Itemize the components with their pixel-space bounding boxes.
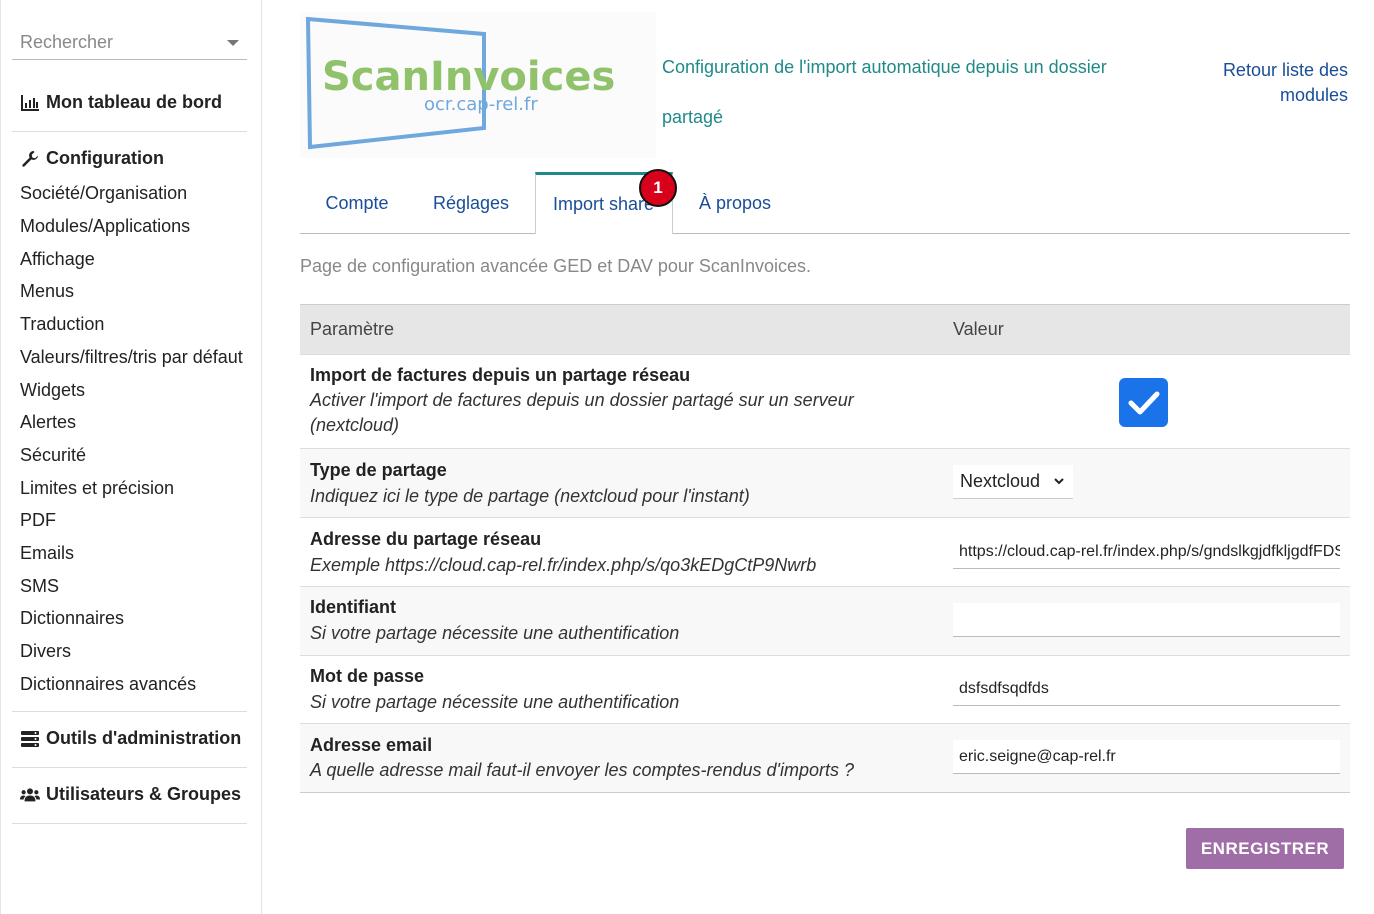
table-row: Type de partage Indiquez ici le type de … bbox=[300, 448, 1350, 517]
sidebar-item-modules[interactable]: Modules/Applications bbox=[20, 216, 190, 237]
notification-badge: 1 bbox=[639, 169, 677, 207]
setting-label: Identifiant bbox=[310, 597, 396, 617]
search-placeholder: Rechercher bbox=[20, 32, 114, 52]
sidebar-item-affichage[interactable]: Affichage bbox=[20, 249, 95, 270]
table-row: Identifiant Si votre partage nécessite u… bbox=[300, 586, 1350, 655]
sidebar-item-securite[interactable]: Sécurité bbox=[20, 445, 86, 466]
sidebar-admin-tools-label: Outils d'administration bbox=[46, 728, 242, 748]
setting-label: Type de partage bbox=[310, 460, 447, 480]
tab-a-propos[interactable]: À propos bbox=[680, 172, 790, 234]
table-row: Import de factures depuis un partage rés… bbox=[300, 354, 1350, 448]
back-to-modules-link[interactable]: Retour liste des modules bbox=[1208, 58, 1348, 108]
setting-help: Exemple https://cloud.cap-rel.fr/index.p… bbox=[310, 555, 817, 575]
sidebar-dashboard-label: Mon tableau de bord bbox=[46, 92, 223, 112]
sidebar-users-groups-label: Utilisateurs & Groupes bbox=[46, 784, 242, 804]
sidebar-item-limites[interactable]: Limites et précision bbox=[20, 478, 174, 499]
setting-label: Import de factures depuis un partage rés… bbox=[310, 365, 691, 385]
sidebar-item-configuration[interactable]: Configuration bbox=[20, 148, 164, 169]
share-url-input[interactable]: https://cloud.cap-rel.fr/index.php/s/gnd… bbox=[953, 535, 1340, 569]
users-icon bbox=[20, 785, 40, 805]
import-enabled-checkbox[interactable] bbox=[1119, 378, 1168, 427]
checkmark-icon bbox=[1128, 391, 1159, 414]
table-row: Adresse email A quelle adresse mail faut… bbox=[300, 723, 1350, 792]
sidebar-item-traduction[interactable]: Traduction bbox=[20, 314, 104, 335]
email-input[interactable]: eric.seigne@cap-rel.fr bbox=[953, 740, 1340, 774]
table-row: Mot de passe Si votre partage nécessite … bbox=[300, 655, 1350, 723]
column-header-param: Paramètre bbox=[310, 319, 395, 339]
chevron-down-icon bbox=[1054, 478, 1064, 485]
tab-reglages[interactable]: Réglages bbox=[414, 172, 528, 234]
sidebar-item-dictionnaires[interactable]: Dictionnaires bbox=[20, 608, 124, 629]
sidebar-item-alertes[interactable]: Alertes bbox=[20, 412, 76, 433]
password-input[interactable]: dsfsdfsqdfds bbox=[953, 672, 1340, 706]
server-icon bbox=[20, 729, 40, 749]
tab-compte[interactable]: Compte bbox=[300, 172, 414, 234]
sidebar-item-dashboard[interactable]: Mon tableau de bord bbox=[20, 92, 222, 113]
setting-help: Si votre partage nécessite une authentif… bbox=[310, 623, 680, 643]
share-type-value: Nextcloud bbox=[960, 471, 1041, 491]
sidebar-item-pdf[interactable]: PDF bbox=[20, 510, 56, 531]
sidebar-item-societe[interactable]: Société/Organisation bbox=[20, 183, 187, 204]
tab-bar: Compte Réglages Import share À propos bbox=[300, 172, 1350, 234]
sidebar-divider bbox=[12, 131, 247, 132]
sidebar-item-sms[interactable]: SMS bbox=[20, 576, 59, 597]
username-input[interactable] bbox=[953, 603, 1340, 637]
sidebar-item-dictionnaires-avances[interactable]: Dictionnaires avancés bbox=[20, 674, 196, 695]
sidebar-item-users-groups[interactable]: Utilisateurs & Groupes bbox=[20, 784, 241, 805]
sidebar-divider bbox=[12, 711, 247, 712]
page-description: Page de configuration avancée GED et DAV… bbox=[300, 256, 811, 276]
setting-label: Adresse du partage réseau bbox=[310, 529, 542, 549]
app-root: Rechercher Mon tableau de bord Configura… bbox=[0, 0, 1374, 914]
scaninvoices-logo: ScanInvoices ocr.cap-rel.fr bbox=[300, 12, 656, 158]
search-select[interactable]: Rechercher bbox=[12, 26, 247, 60]
sidebar-item-admin-tools[interactable]: Outils d'administration bbox=[20, 728, 241, 749]
setting-label: Adresse email bbox=[310, 735, 433, 755]
sidebar-item-valeurs[interactable]: Valeurs/filtres/tris par défaut bbox=[20, 347, 243, 368]
setting-help: Si votre partage nécessite une authentif… bbox=[310, 692, 680, 712]
setting-label: Mot de passe bbox=[310, 666, 425, 686]
table-bottom-border bbox=[300, 792, 1350, 793]
page-title: Configuration de l'import automatique de… bbox=[662, 57, 1107, 127]
table-header: Paramètre Valeur bbox=[300, 304, 1350, 354]
save-button[interactable]: ENREGISTRER bbox=[1186, 828, 1344, 869]
settings-table: Paramètre Valeur Import de factures depu… bbox=[300, 304, 1350, 793]
sidebar-item-widgets[interactable]: Widgets bbox=[20, 380, 85, 401]
logo-subtext: ocr.cap-rel.fr bbox=[424, 94, 538, 115]
table-row: Adresse du partage réseau Exemple https:… bbox=[300, 517, 1350, 586]
sidebar-divider bbox=[12, 767, 247, 768]
sidebar-divider bbox=[12, 823, 247, 824]
sidebar-item-menus[interactable]: Menus bbox=[20, 281, 74, 302]
sidebar-item-divers[interactable]: Divers bbox=[20, 641, 71, 662]
wrench-icon bbox=[20, 149, 40, 169]
sidebar-config-label: Configuration bbox=[46, 148, 164, 168]
sidebar-item-emails[interactable]: Emails bbox=[20, 543, 74, 564]
setting-help: A quelle adresse mail faut-il envoyer le… bbox=[310, 760, 855, 780]
column-header-value: Valeur bbox=[953, 319, 1004, 339]
sidebar: Rechercher Mon tableau de bord Configura… bbox=[0, 0, 262, 914]
caret-down-icon bbox=[227, 40, 239, 46]
bar-chart-icon bbox=[20, 93, 40, 113]
share-type-select[interactable]: Nextcloud bbox=[953, 465, 1073, 499]
setting-help: Indiquez ici le type de partage (nextclo… bbox=[310, 486, 750, 506]
setting-help: Activer l'import de factures depuis un d… bbox=[310, 390, 854, 435]
